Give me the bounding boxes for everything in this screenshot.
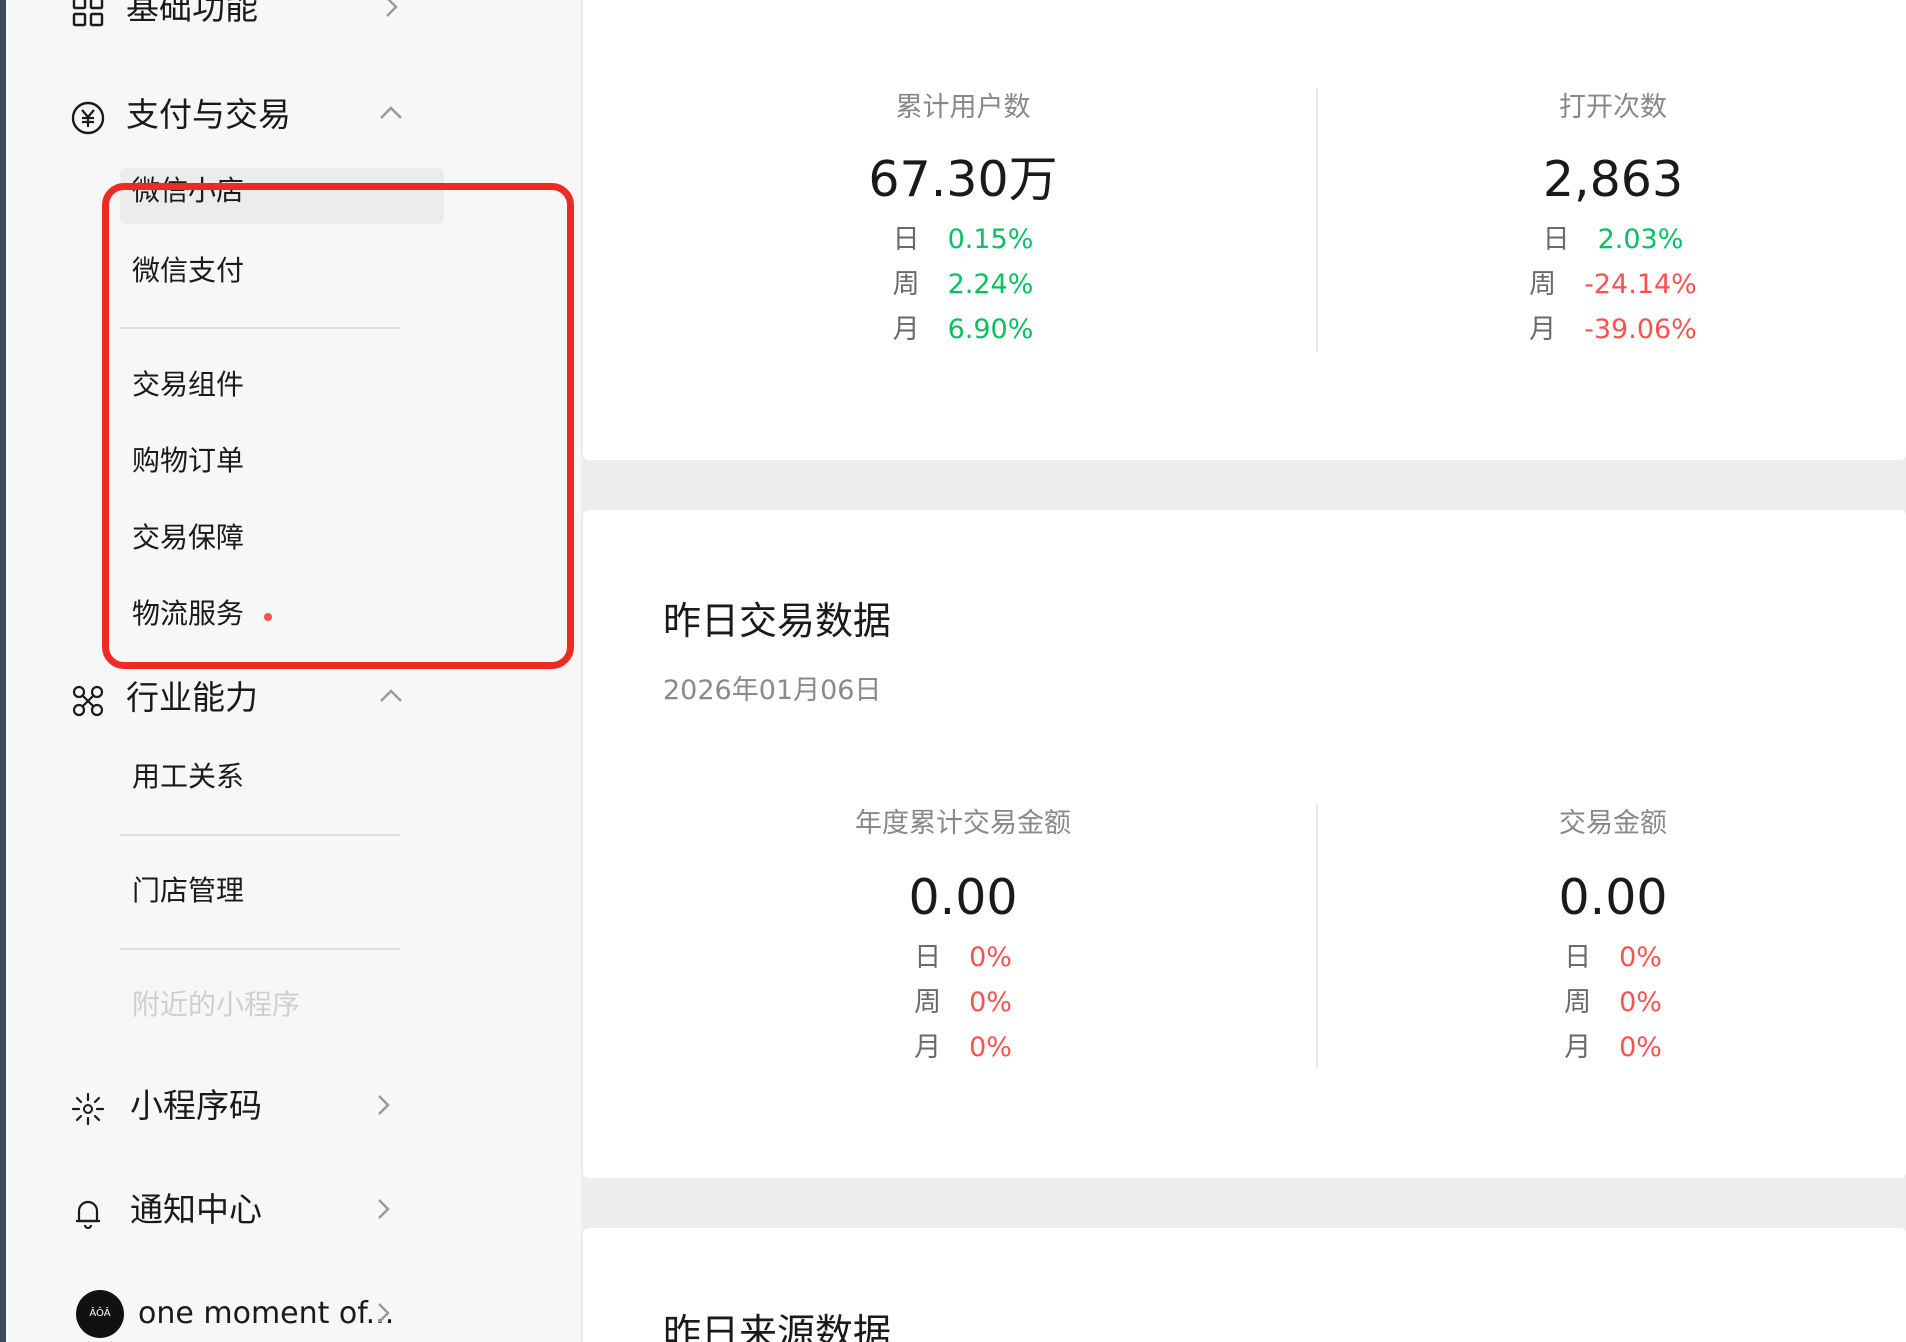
menu-divider — [120, 834, 400, 836]
section-title: 昨日交易数据 — [663, 599, 892, 643]
nav-industry-capability[interactable]: 行业能力 — [6, 668, 581, 728]
menu-divider — [120, 948, 400, 950]
metric-label: 年度累计交易金额 — [855, 808, 1071, 839]
trade-data-card: 昨日交易数据 2026年01月06日 年度累计交易金额 0.00 日 0% 周 0%… — [583, 510, 1906, 1178]
metric-change-week: 周 0% — [1564, 987, 1662, 1018]
bell-icon — [70, 1195, 106, 1231]
metric-change-month: 月 0% — [914, 1032, 1012, 1063]
chevron-right-icon — [376, 0, 406, 22]
nav-miniprogram-code[interactable]: 小程序码 — [6, 1076, 581, 1136]
metric-change-month: 月 6.90% — [892, 314, 1034, 345]
nav-basic-functions[interactable]: 基础功能 — [6, 0, 581, 38]
metric-change-month: 月 -39.06% — [1529, 314, 1697, 345]
nav-miniprogram-code-label: 小程序码 — [130, 1086, 262, 1125]
metric-change-month: 月 0% — [1564, 1032, 1662, 1063]
nav-payment-trade-label: 支付与交易 — [126, 95, 291, 134]
nav-basic-functions-label: 基础功能 — [126, 0, 258, 27]
metric-value: 0.00 — [908, 869, 1018, 926]
metric-change-day: 日 0.15% — [892, 224, 1034, 255]
user-stats-card: 累计用户数 67.30万 日 0.15% 周 2.24% 月 6.90% 打开次数 2… — [583, 0, 1906, 460]
highlight-annotation-box — [102, 183, 574, 669]
chevron-right-icon — [368, 1298, 398, 1328]
metric-label: 打开次数 — [1559, 92, 1667, 123]
metric-change-day: 日 0% — [1564, 942, 1662, 973]
chevron-right-icon — [368, 1090, 398, 1120]
nav-payment-trade[interactable]: 支付与交易 — [6, 85, 581, 145]
chevron-up-icon — [376, 99, 406, 129]
grid-icon — [70, 0, 106, 29]
metric-change-week: 周 0% — [914, 987, 1012, 1018]
metric-label: 累计用户数 — [895, 92, 1031, 123]
metric-change-day: 日 2.03% — [1542, 224, 1684, 255]
sparkle-code-icon — [70, 1091, 106, 1127]
metric-change-day: 日 0% — [914, 942, 1012, 973]
menu-item-store-management[interactable]: 门店管理 — [132, 872, 244, 910]
nav-notification-center[interactable]: 通知中心 — [6, 1180, 581, 1240]
chevron-up-icon — [376, 682, 406, 712]
menu-item-employment[interactable]: 用工关系 — [132, 758, 244, 796]
account-name: one moment of... — [138, 1296, 395, 1331]
nav-industry-capability-label: 行业能力 — [126, 678, 258, 717]
menu-item-nearby-miniprogram[interactable]: 附近的小程序 — [132, 986, 300, 1024]
metric-value: 2,863 — [1542, 151, 1684, 208]
column-separator — [1316, 804, 1318, 1068]
metric-value: 0.00 — [1558, 869, 1668, 926]
metric-change-week: 周 2.24% — [892, 269, 1034, 300]
metric-value: 67.30万 — [868, 151, 1058, 208]
nodes-icon — [70, 683, 106, 719]
section-date: 2026年01月06日 — [663, 675, 882, 706]
metric-change-week: 周 -24.14% — [1529, 269, 1697, 300]
nav-account[interactable]: one moment of... — [6, 1284, 581, 1342]
yuan-icon — [70, 100, 106, 136]
chevron-right-icon — [368, 1194, 398, 1224]
metric-label: 交易金额 — [1559, 808, 1667, 839]
nav-notification-center-label: 通知中心 — [130, 1190, 262, 1229]
section-title: 昨日来源数据 — [663, 1311, 892, 1342]
source-data-card: 昨日来源数据 — [583, 1228, 1906, 1342]
